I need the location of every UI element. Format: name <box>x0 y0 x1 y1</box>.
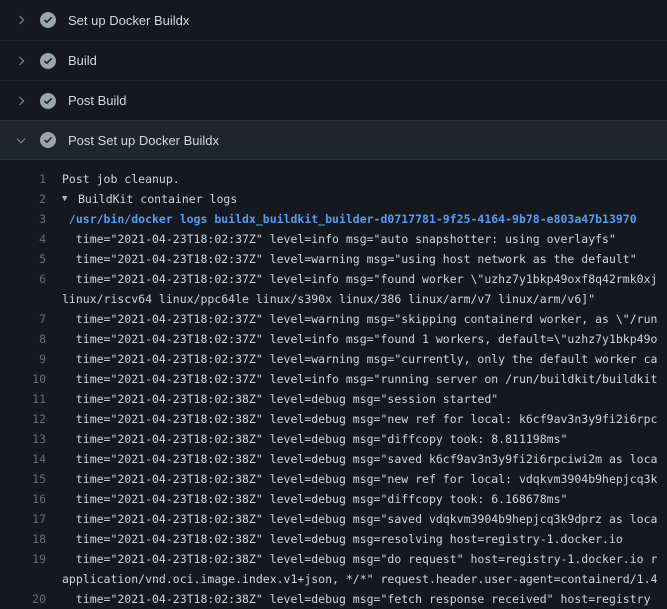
log-line: linux/riscv64 linux/ppc64le linux/s390x … <box>0 289 667 309</box>
line-number[interactable]: 16 <box>0 489 46 509</box>
line-number[interactable]: 17 <box>0 509 46 529</box>
log-line: 19 time="2021-04-23T18:02:38Z" level=deb… <box>0 549 667 569</box>
log-line-text: time="2021-04-23T18:02:38Z" level=debug … <box>62 489 667 509</box>
check-circle-icon <box>40 132 56 148</box>
log-line-text: time="2021-04-23T18:02:38Z" level=debug … <box>62 549 667 569</box>
line-number[interactable]: 20 <box>0 589 46 609</box>
log-line-text: time="2021-04-23T18:02:37Z" level=info m… <box>62 329 667 349</box>
log-line: 6 time="2021-04-23T18:02:37Z" level=info… <box>0 269 667 289</box>
log-line: 13 time="2021-04-23T18:02:38Z" level=deb… <box>0 429 667 449</box>
workflow-log-viewer: Set up Docker Buildx Build Post Build Po… <box>0 0 667 609</box>
line-number[interactable]: 11 <box>0 389 46 409</box>
log-line: 11 time="2021-04-23T18:02:38Z" level=deb… <box>0 389 667 409</box>
log-line-text: time="2021-04-23T18:02:37Z" level=warnin… <box>62 309 667 329</box>
line-number[interactable]: 1 <box>0 169 46 189</box>
log-line-text: time="2021-04-23T18:02:37Z" level=info m… <box>62 369 667 389</box>
log-line: 15 time="2021-04-23T18:02:38Z" level=deb… <box>0 469 667 489</box>
log-line-text: /usr/bin/docker logs buildx_buildkit_bui… <box>62 209 667 229</box>
log-line: 5 time="2021-04-23T18:02:37Z" level=warn… <box>0 249 667 269</box>
line-number[interactable]: 13 <box>0 429 46 449</box>
log-line: application/vnd.oci.image.index.v1+json,… <box>0 569 667 589</box>
step-header-post-set-up-docker-buildx[interactable]: Post Set up Docker Buildx <box>0 120 667 160</box>
line-number[interactable]: 6 <box>0 269 46 289</box>
chevron-right-icon <box>14 54 28 68</box>
log-line-text: time="2021-04-23T18:02:38Z" level=debug … <box>62 469 667 489</box>
chevron-right-icon <box>14 94 28 108</box>
log-line: 4 time="2021-04-23T18:02:37Z" level=info… <box>0 229 667 249</box>
check-circle-icon <box>40 12 56 28</box>
step-title: Post Set up Docker Buildx <box>68 133 219 148</box>
line-number[interactable]: 15 <box>0 469 46 489</box>
log-line-text: time="2021-04-23T18:02:38Z" level=debug … <box>62 589 667 609</box>
log-line: 17 time="2021-04-23T18:02:38Z" level=deb… <box>0 509 667 529</box>
line-number[interactable]: 3 <box>0 209 46 229</box>
log-line-text: application/vnd.oci.image.index.v1+json,… <box>62 569 667 589</box>
log-line: 12 time="2021-04-23T18:02:38Z" level=deb… <box>0 409 667 429</box>
log-line-text: BuildKit container logs <box>78 189 667 209</box>
line-number[interactable]: 10 <box>0 369 46 389</box>
log-line: 16 time="2021-04-23T18:02:38Z" level=deb… <box>0 489 667 509</box>
line-number[interactable] <box>0 569 46 589</box>
line-number[interactable]: 8 <box>0 329 46 349</box>
steps-list: Set up Docker Buildx Build Post Build Po… <box>0 0 667 160</box>
log-group-caret-icon[interactable]: ▼ <box>62 189 78 209</box>
check-circle-icon <box>40 93 56 109</box>
line-number[interactable]: 14 <box>0 449 46 469</box>
line-number[interactable]: 12 <box>0 409 46 429</box>
step-title: Set up Docker Buildx <box>68 13 189 28</box>
log-line: 14 time="2021-04-23T18:02:38Z" level=deb… <box>0 449 667 469</box>
log-line: 8 time="2021-04-23T18:02:37Z" level=info… <box>0 329 667 349</box>
log-line: 7 time="2021-04-23T18:02:37Z" level=warn… <box>0 309 667 329</box>
line-number[interactable]: 7 <box>0 309 46 329</box>
line-number[interactable]: 18 <box>0 529 46 549</box>
line-number[interactable]: 2 <box>0 189 46 209</box>
line-number[interactable]: 5 <box>0 249 46 269</box>
check-circle-icon <box>40 53 56 69</box>
log-line: 20 time="2021-04-23T18:02:38Z" level=deb… <box>0 589 667 609</box>
log-line-text: time="2021-04-23T18:02:38Z" level=debug … <box>62 409 667 429</box>
log-line: 18 time="2021-04-23T18:02:38Z" level=deb… <box>0 529 667 549</box>
log-pane: 1 Post job cleanup. 2 ▼ BuildKit contain… <box>0 160 667 609</box>
log-line-text: time="2021-04-23T18:02:37Z" level=warnin… <box>62 249 667 269</box>
step-header-set-up-docker-buildx[interactable]: Set up Docker Buildx <box>0 0 667 40</box>
line-number[interactable] <box>0 289 46 309</box>
line-number[interactable]: 9 <box>0 349 46 369</box>
line-number[interactable]: 4 <box>0 229 46 249</box>
step-header-build[interactable]: Build <box>0 40 667 80</box>
log-line-text: linux/riscv64 linux/ppc64le linux/s390x … <box>62 289 667 309</box>
log-line: 3 /usr/bin/docker logs buildx_buildkit_b… <box>0 209 667 229</box>
step-title: Post Build <box>68 93 127 108</box>
chevron-down-icon <box>14 133 28 147</box>
log-line-text: time="2021-04-23T18:02:38Z" level=debug … <box>62 389 667 409</box>
log-line-text: time="2021-04-23T18:02:38Z" level=debug … <box>62 429 667 449</box>
log-line: 10 time="2021-04-23T18:02:37Z" level=inf… <box>0 369 667 389</box>
log-line: 2 ▼ BuildKit container logs <box>0 189 667 209</box>
log-line-text: time="2021-04-23T18:02:37Z" level=warnin… <box>62 349 667 369</box>
log-line-text: time="2021-04-23T18:02:38Z" level=debug … <box>62 529 667 549</box>
log-line: 9 time="2021-04-23T18:02:37Z" level=warn… <box>0 349 667 369</box>
step-title: Build <box>68 53 97 68</box>
log-line-text: time="2021-04-23T18:02:37Z" level=info m… <box>62 229 667 249</box>
log-line-text: time="2021-04-23T18:02:38Z" level=debug … <box>62 509 667 529</box>
line-number[interactable]: 19 <box>0 549 46 569</box>
log-line-text: time="2021-04-23T18:02:38Z" level=debug … <box>62 449 667 469</box>
log-line-text: time="2021-04-23T18:02:37Z" level=info m… <box>62 269 667 289</box>
step-header-post-build[interactable]: Post Build <box>0 80 667 120</box>
log-line-text: Post job cleanup. <box>62 169 667 189</box>
log-line: 1 Post job cleanup. <box>0 169 667 189</box>
chevron-right-icon <box>14 13 28 27</box>
